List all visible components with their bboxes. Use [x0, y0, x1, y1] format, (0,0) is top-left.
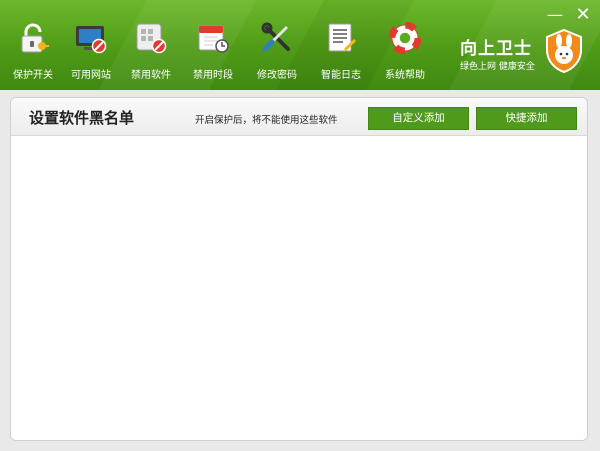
calendar-clock-icon: [198, 25, 229, 53]
toolbar-item-label: 可用网站: [71, 70, 111, 81]
wrench-screwdriver-icon: [261, 22, 290, 52]
custom-add-button[interactable]: 自定义添加: [368, 107, 469, 130]
top-toolbar: — ✕ 保护开关 可用网站 禁用软件 禁用时段 修改密码 智能日志 系统帮助 向…: [0, 0, 600, 90]
software-blacklist-panel: 设置软件黑名单 开启保护后，将不能使用这些软件 自定义添加 快捷添加: [10, 97, 588, 441]
lifebuoy-icon: [389, 22, 421, 54]
brand-slogan: 绿色上网 健康安全: [460, 62, 535, 72]
toolbar-item-label: 保护开关: [13, 70, 53, 81]
quick-add-button[interactable]: 快捷添加: [476, 107, 577, 130]
panel-note: 开启保护后，将不能使用这些软件: [195, 115, 338, 126]
toolbar-item-label: 修改密码: [257, 70, 297, 81]
toolbar-item-allowed-sites[interactable]: 可用网站: [60, 22, 122, 84]
monitor-blocked-icon: [76, 26, 107, 54]
panel-header: 设置软件黑名单 开启保护后，将不能使用这些软件 自定义添加 快捷添加: [11, 98, 587, 136]
toolbar-item-smart-log[interactable]: 智能日志: [310, 22, 372, 84]
toolbar-item-system-help[interactable]: 系统帮助: [374, 22, 436, 84]
minimize-button[interactable]: —: [546, 6, 564, 24]
lock-key-icon: [21, 23, 49, 53]
rabbit-shield-logo: [546, 28, 582, 74]
log-document-icon: [328, 23, 357, 52]
toolbar-item-protection-switch[interactable]: 保护开关: [2, 22, 64, 84]
toolbar-item-label: 系统帮助: [385, 70, 425, 81]
close-button[interactable]: ✕: [574, 6, 592, 24]
brand: 向上卫士 绿色上网 健康安全: [460, 28, 590, 78]
brand-name: 向上卫士: [460, 39, 532, 59]
app-grid-blocked-icon: [136, 23, 167, 54]
toolbar-item-blocked-software[interactable]: 禁用软件: [120, 22, 182, 84]
toolbar-item-change-password[interactable]: 修改密码: [246, 22, 308, 84]
toolbar-item-blocked-periods[interactable]: 禁用时段: [182, 22, 244, 84]
toolbar-item-label: 智能日志: [321, 70, 361, 81]
toolbar-item-label: 禁用时段: [193, 70, 233, 81]
toolbar-item-label: 禁用软件: [131, 70, 171, 81]
panel-title: 设置软件黑名单: [29, 109, 135, 127]
software-list[interactable]: [11, 136, 587, 440]
